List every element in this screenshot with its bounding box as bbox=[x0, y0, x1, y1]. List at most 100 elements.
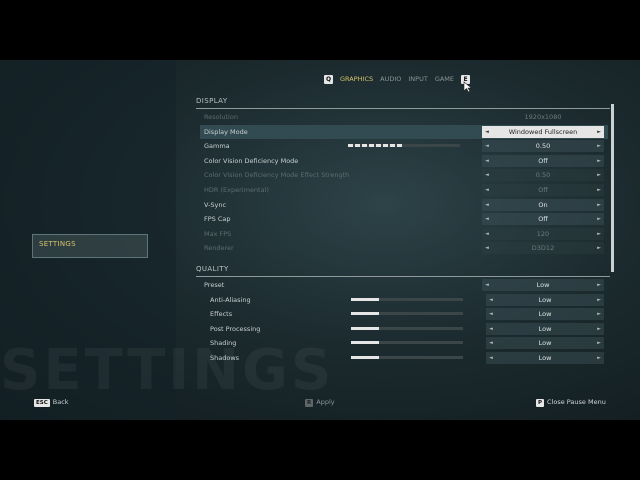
arrow-left-icon: ◄ bbox=[485, 172, 489, 179]
apply-hint[interactable]: R Apply bbox=[305, 398, 335, 407]
setting-value: Off bbox=[538, 156, 548, 165]
arrow-left-icon[interactable]: ◄ bbox=[489, 323, 493, 335]
setting-value-selector[interactable]: ◄ Low ► bbox=[486, 293, 604, 306]
setting-value-selector[interactable]: ◄ 0.50 ► bbox=[482, 140, 604, 153]
setting-value: 120 bbox=[536, 229, 550, 238]
arrow-right-icon[interactable]: ► bbox=[597, 279, 601, 291]
setting-label: FPS Cap bbox=[204, 215, 231, 224]
apply-key: R bbox=[305, 399, 314, 407]
setting-row-effects[interactable]: Effects ◄ Low ► bbox=[200, 307, 608, 321]
setting-slider[interactable] bbox=[351, 297, 463, 301]
setting-value-selector: 1920x1080 bbox=[482, 111, 604, 123]
setting-row-v-sync[interactable]: V-Sync ◄ On ► bbox=[200, 198, 608, 212]
arrow-right-icon[interactable]: ► bbox=[597, 308, 601, 320]
arrow-left-icon: ◄ bbox=[485, 187, 489, 193]
setting-label: Renderer bbox=[204, 244, 234, 253]
setting-row-max-fps: Max FPS ◄ 120 ► bbox=[200, 227, 608, 241]
setting-slider[interactable] bbox=[348, 144, 460, 148]
setting-row-color-vision-deficiency-mode[interactable]: Color Vision Deficiency Mode ◄ Off ► bbox=[200, 154, 608, 168]
arrow-left-icon[interactable]: ◄ bbox=[485, 279, 489, 291]
arrow-left-icon: ◄ bbox=[485, 230, 489, 237]
back-hint[interactable]: ESC Back bbox=[34, 398, 69, 407]
slider-fill bbox=[351, 356, 379, 359]
setting-value: Off bbox=[538, 186, 548, 194]
setting-label: Color Vision Deficiency Mode Effect Stre… bbox=[204, 171, 350, 180]
setting-value: 1920x1080 bbox=[524, 113, 562, 121]
setting-row-hdr-experimental: HDR (Experimental) ◄ Off ► bbox=[200, 183, 608, 197]
arrow-right-icon[interactable]: ► bbox=[597, 352, 601, 364]
setting-label: HDR (Experimental) bbox=[204, 186, 269, 194]
setting-row-shadows[interactable]: Shadows ◄ Low ► bbox=[200, 351, 608, 365]
arrow-left-icon[interactable]: ◄ bbox=[489, 352, 493, 364]
setting-value: Low bbox=[538, 354, 552, 362]
setting-row-shading[interactable]: Shading ◄ Low ► bbox=[200, 336, 608, 350]
arrow-left-icon[interactable]: ◄ bbox=[489, 337, 493, 349]
slider-fill bbox=[348, 144, 404, 148]
setting-value: D3D12 bbox=[531, 244, 555, 253]
tab-graphics[interactable]: GRAPHICS bbox=[340, 75, 373, 83]
arrow-right-icon[interactable]: ► bbox=[597, 140, 601, 152]
setting-value-selector[interactable]: ◄ Low ► bbox=[486, 308, 604, 321]
close-key: P bbox=[536, 399, 545, 407]
setting-slider[interactable] bbox=[351, 356, 463, 359]
setting-value-selector[interactable]: ◄ Low ► bbox=[486, 322, 604, 335]
arrow-right-icon[interactable]: ► bbox=[597, 294, 601, 306]
setting-value: Off bbox=[538, 215, 548, 224]
setting-value-selector[interactable]: ◄ Low ► bbox=[482, 279, 604, 291]
sidebar-item-label: SETTINGS bbox=[39, 240, 76, 248]
arrow-left-icon[interactable]: ◄ bbox=[485, 140, 489, 152]
setting-value: Low bbox=[538, 339, 552, 348]
setting-value-selector: ◄ 0.50 ► bbox=[482, 169, 604, 182]
setting-label: Gamma bbox=[204, 142, 230, 151]
arrow-left-icon[interactable]: ◄ bbox=[485, 126, 489, 138]
arrow-left-icon[interactable]: ◄ bbox=[485, 199, 489, 211]
prev-tab-key[interactable]: Q bbox=[324, 74, 333, 84]
arrow-right-icon: ► bbox=[597, 230, 601, 237]
back-label: Back bbox=[52, 398, 69, 406]
setting-value-selector[interactable]: ◄ On ► bbox=[482, 198, 604, 211]
setting-row-display-mode[interactable]: Display Mode ◄ Windowed Fullscreen ► bbox=[200, 124, 608, 139]
arrow-left-icon[interactable]: ◄ bbox=[489, 308, 493, 320]
slider-fill bbox=[351, 326, 379, 330]
scrollbar[interactable] bbox=[611, 104, 614, 272]
setting-value: 0.50 bbox=[535, 171, 551, 180]
setting-row-fps-cap[interactable]: FPS Cap ◄ Off ► bbox=[200, 212, 608, 226]
arrow-right-icon: ► bbox=[597, 245, 601, 252]
setting-row-resolution: Resolution 1920x1080 bbox=[200, 110, 608, 124]
arrow-right-icon[interactable]: ► bbox=[597, 213, 601, 225]
setting-value-selector[interactable]: ◄ Low ► bbox=[486, 337, 604, 350]
setting-value-selector: ◄ D3D12 ► bbox=[482, 242, 604, 255]
setting-value-selector[interactable]: ◄ Low ► bbox=[486, 352, 604, 364]
setting-slider[interactable] bbox=[351, 312, 463, 316]
tab-audio[interactable]: AUDIO bbox=[380, 75, 401, 83]
setting-slider[interactable] bbox=[351, 326, 463, 330]
tab-game[interactable]: GAME bbox=[435, 75, 454, 83]
setting-label: V-Sync bbox=[204, 200, 227, 209]
section-title-quality: QUALITY bbox=[196, 265, 229, 273]
arrow-right-icon[interactable]: ► bbox=[597, 126, 601, 138]
tab-input[interactable]: INPUT bbox=[408, 75, 427, 83]
setting-value: Low bbox=[538, 324, 552, 333]
slider-fill bbox=[351, 312, 379, 316]
setting-value: Windowed Fullscreen bbox=[508, 127, 578, 136]
setting-row-preset[interactable]: Preset ◄ Low ► bbox=[200, 278, 608, 292]
arrow-right-icon[interactable]: ► bbox=[597, 199, 601, 211]
setting-slider[interactable] bbox=[351, 341, 463, 345]
arrow-right-icon[interactable]: ► bbox=[597, 323, 601, 335]
arrow-left-icon[interactable]: ◄ bbox=[489, 294, 493, 306]
setting-row-gamma[interactable]: Gamma ◄ 0.50 ► bbox=[200, 139, 608, 153]
arrow-right-icon[interactable]: ► bbox=[597, 337, 601, 349]
setting-value-selector[interactable]: ◄ Windowed Fullscreen ► bbox=[482, 125, 604, 138]
section-title-display: DISPLAY bbox=[196, 97, 228, 105]
setting-row-post-processing[interactable]: Post Processing ◄ Low ► bbox=[200, 322, 608, 336]
arrow-left-icon[interactable]: ◄ bbox=[485, 213, 489, 225]
setting-value-selector[interactable]: ◄ Off ► bbox=[482, 154, 604, 167]
setting-row-anti-aliasing[interactable]: Anti-Aliasing ◄ Low ► bbox=[200, 293, 608, 307]
setting-label: Preset bbox=[204, 281, 225, 289]
setting-value-selector[interactable]: ◄ Off ► bbox=[482, 213, 604, 226]
arrow-left-icon[interactable]: ◄ bbox=[485, 155, 489, 167]
arrow-right-icon: ► bbox=[597, 187, 601, 193]
close-pause-menu-hint[interactable]: P Close Pause Menu bbox=[536, 398, 606, 407]
arrow-right-icon[interactable]: ► bbox=[597, 155, 601, 167]
sidebar-item-settings[interactable]: SETTINGS bbox=[32, 234, 148, 258]
